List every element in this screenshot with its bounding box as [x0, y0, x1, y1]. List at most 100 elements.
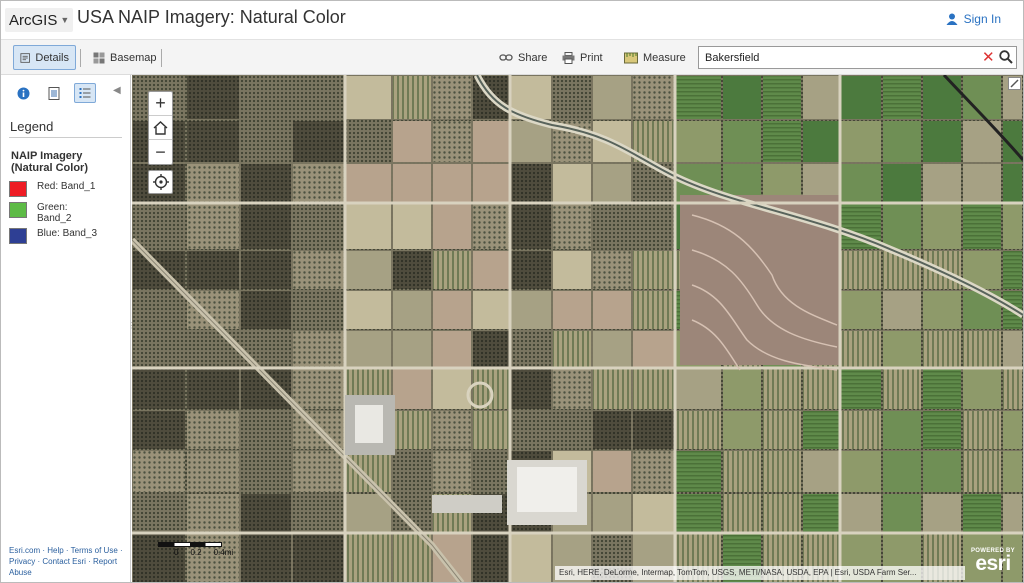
- field-parcel: [393, 291, 431, 329]
- layer-title: NAIP Imagery (Natural Color): [11, 150, 88, 174]
- footer-link[interactable]: Terms of Use: [71, 546, 118, 555]
- field-parcel: [553, 251, 591, 289]
- esri-logo[interactable]: POWERED BY esri: [968, 548, 1018, 574]
- field-parcel: [393, 369, 431, 409]
- clear-icon[interactable]: ✕: [982, 49, 995, 66]
- field-parcel: [511, 331, 551, 367]
- field-parcel: [883, 411, 921, 449]
- tab-about[interactable]: [12, 83, 34, 103]
- edit-icon[interactable]: [1008, 77, 1021, 90]
- field-parcel: [593, 411, 631, 449]
- search-icon[interactable]: [999, 50, 1013, 64]
- footer-link[interactable]: Contact Esri: [42, 557, 86, 566]
- printer-icon: [562, 51, 575, 64]
- field-parcel: [346, 451, 391, 492]
- field-parcel: [293, 251, 344, 289]
- footer-link[interactable]: Privacy: [9, 557, 35, 566]
- field-parcel: [923, 451, 961, 492]
- field-parcel: [433, 76, 471, 119]
- field-parcel: [676, 411, 721, 449]
- zoom-out-button[interactable]: −: [149, 140, 172, 164]
- field-parcel: [511, 411, 551, 449]
- field-parcel: [883, 204, 921, 249]
- field-parcel: [293, 494, 344, 532]
- field-parcel: [133, 411, 185, 449]
- field-parcel: [241, 494, 291, 532]
- legend-item-label: Green: Band_2: [37, 202, 72, 224]
- locate-button[interactable]: [148, 170, 173, 194]
- print-button[interactable]: Print: [556, 45, 609, 70]
- field-parcel: [1003, 494, 1022, 532]
- field-parcel: [293, 76, 344, 119]
- arcgis-menu-button[interactable]: ArcGIS ▼: [5, 8, 74, 32]
- sign-in-link[interactable]: Sign In: [946, 12, 1001, 26]
- field-parcel: [553, 291, 591, 329]
- field-parcel: [241, 76, 291, 119]
- field-parcel: [676, 121, 721, 162]
- field-parcel: [883, 494, 921, 532]
- field-parcel: [723, 411, 761, 449]
- field-parcel: [241, 164, 291, 202]
- field-parcel: [763, 121, 801, 162]
- field-parcel: [473, 251, 509, 289]
- field-parcel: [241, 251, 291, 289]
- field-parcel: [241, 291, 291, 329]
- field-parcel: [187, 331, 239, 367]
- field-parcel: [723, 494, 761, 532]
- field-parcel: [1003, 451, 1022, 492]
- field-parcel: [433, 451, 471, 492]
- legend-item-label: Red: Band_1: [37, 181, 96, 192]
- header-bar: ArcGIS ▼ USA NAIP Imagery: Natural Color …: [1, 1, 1023, 39]
- field-parcel: [133, 451, 185, 492]
- field-parcel: [346, 164, 391, 202]
- footer-link[interactable]: Esri.com: [9, 546, 40, 555]
- scale-label: 0.4mi: [213, 548, 234, 557]
- field-parcel: [393, 331, 431, 367]
- zoom-in-button[interactable]: +: [149, 92, 172, 116]
- field-parcel: [473, 331, 509, 367]
- map-view[interactable]: + − 0 0.2 0.4mi Esri, HERE, DeLorme, Int…: [132, 75, 1023, 582]
- field-parcel: [433, 251, 471, 289]
- tab-content[interactable]: [43, 83, 65, 103]
- sign-in-label: Sign In: [963, 12, 1001, 26]
- field-parcel: [473, 121, 509, 162]
- field-parcel: [593, 204, 631, 249]
- field-parcel: [511, 534, 551, 582]
- field-parcel: [883, 451, 921, 492]
- legend-item-label: Blue: Band_3: [37, 228, 98, 239]
- measure-button[interactable]: Measure: [618, 45, 692, 70]
- collapse-panel-icon[interactable]: ◀: [113, 85, 121, 96]
- search-input[interactable]: [705, 50, 975, 65]
- field-parcel: [511, 204, 551, 249]
- field-parcel: [473, 204, 509, 249]
- field-parcel: [803, 76, 839, 119]
- home-button[interactable]: [149, 116, 172, 140]
- details-icon: [20, 52, 30, 63]
- esri-logo-word: esri: [975, 552, 1011, 575]
- field-parcel: [433, 164, 471, 202]
- field-parcel: [346, 534, 391, 582]
- field-parcel: [293, 204, 344, 249]
- field-parcel: [883, 76, 921, 119]
- footer-link[interactable]: Help: [47, 546, 63, 555]
- field-parcel: [763, 369, 801, 409]
- field-parcel: [593, 164, 631, 202]
- field-parcel: [293, 291, 344, 329]
- field-parcel: [841, 494, 881, 532]
- crosshair-icon: [152, 174, 169, 190]
- details-label: Details: [35, 51, 69, 64]
- basemap-button[interactable]: Basemap: [87, 45, 162, 70]
- field-parcel: [841, 251, 881, 289]
- field-parcel: [1003, 331, 1022, 367]
- field-parcel: [923, 164, 961, 202]
- basemap-icon: [93, 52, 105, 63]
- field-parcel: [883, 369, 921, 409]
- field-parcel: [923, 76, 961, 119]
- tab-legend[interactable]: [74, 83, 96, 103]
- field-parcel: [187, 451, 239, 492]
- field-parcel: [803, 451, 839, 492]
- share-button[interactable]: Share: [493, 45, 553, 70]
- details-button[interactable]: Details: [13, 45, 76, 70]
- toolbar-divider: [161, 49, 162, 67]
- field-parcel: [963, 164, 1001, 202]
